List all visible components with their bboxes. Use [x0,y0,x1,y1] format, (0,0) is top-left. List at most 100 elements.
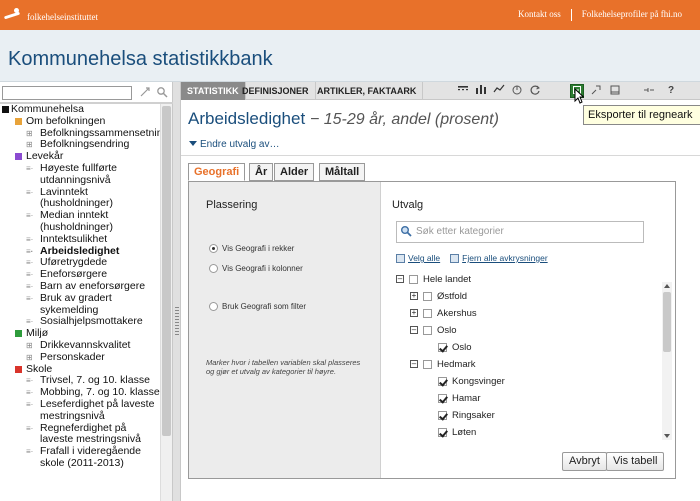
category-row[interactable]: Ringsaker [424,408,495,422]
tree-item-label: Leseferdighet på laveste mestringsnivå [40,397,155,422]
category-label: Ringsaker [452,409,495,421]
placement-panel: Plassering Vis Geografi i rekker Vis Geo… [189,182,381,478]
radio-button[interactable] [209,244,218,253]
category-row[interactable]: + Østfold [410,289,467,303]
category-search-input[interactable]: Søk etter kategorier [396,221,644,243]
tree-item[interactable]: ≡· Leseferdighet på laveste mestringsnivå [2,397,160,423]
category-checkbox[interactable] [438,410,447,420]
scrollbar-thumb[interactable] [663,292,671,352]
category-row[interactable]: Oslo [424,340,472,354]
tab-maltall[interactable]: Måltall [319,163,366,181]
category-row[interactable]: Hamar [424,391,481,405]
scroll-down-icon[interactable] [664,434,670,438]
category-scrollbar[interactable] [662,282,672,440]
folder-icon [15,365,22,373]
scroll-up-icon[interactable] [664,284,670,288]
sidebar-scrollbar[interactable] [160,104,172,501]
tree-item-label: Eneforsørgere [40,268,108,281]
tree-item[interactable]: ≡· Frafall i videregående skole (2011-201… [2,445,160,470]
expand-icon[interactable]: + [410,292,418,300]
radio-button[interactable] [209,302,218,311]
search-placeholder: Søk etter kategorier [416,226,504,237]
category-row[interactable]: Kongsvinger [424,374,505,388]
tab-alder[interactable]: Alder [274,163,315,181]
table-icon: ≡· [26,423,34,433]
contact-link[interactable]: Kontakt oss [508,9,571,21]
site-title[interactable]: Kommunehelsa statistikkbank [8,48,273,71]
table-icon: ≡· [26,388,34,398]
placement-note: Marker hvor i tabellen variablen skal pl… [206,358,361,376]
table-icon[interactable] [456,84,470,98]
tab-artikler[interactable]: ARTIKLER, FAKTAARK [311,82,424,100]
category-row[interactable]: Løten [424,425,476,439]
line-chart-icon[interactable] [492,84,506,98]
expand-icon[interactable]: ⊞ [26,141,36,149]
tree-item-label: Sosialhjelpsmottakere [40,315,143,328]
tree-item[interactable]: ≡· Bruk av gradert sykemelding [2,291,160,317]
table-title: Arbeidsledighet − 15-29 år, andel (prose… [188,109,499,129]
sidebar-search-input[interactable] [2,86,132,100]
category-checkbox[interactable] [423,359,432,369]
scrollbar-thumb[interactable] [162,106,171,436]
health-profiles-link[interactable]: Folkehelseprofiler på fhi.no [572,9,692,21]
table-icon: ≡· [26,246,34,256]
category-checkbox[interactable] [423,308,432,318]
category-row[interactable]: – Hedmark [410,357,476,371]
category-checkbox[interactable] [438,342,447,352]
clear-search-icon[interactable] [138,86,152,100]
radio-button[interactable] [209,264,218,273]
tab-ar[interactable]: År [249,163,274,181]
table-icon: ≡· [26,270,34,280]
show-table-button[interactable]: Vis tabell [606,452,665,471]
tree-item-label: Personskader [40,350,105,363]
category-checkbox[interactable] [409,274,418,284]
category-checkbox[interactable] [438,376,447,386]
collapse-icon[interactable]: – [410,360,418,368]
category-label: Østfold [437,290,468,302]
select-all-link[interactable]: Velg alle [396,253,440,263]
tree-item[interactable]: ≡· Høyeste fullførte utdanningsnivå [2,162,160,187]
radio-rows[interactable]: Vis Geografi i rekker [209,244,294,253]
category-row[interactable]: – Hele landet [396,272,471,286]
pie-chart-icon[interactable] [510,84,524,98]
expand-icon[interactable]: ⊞ [26,129,36,137]
expand-icon[interactable]: ⊞ [26,341,36,349]
expand-icon[interactable]: + [410,309,418,317]
refresh-icon[interactable] [528,84,542,98]
search-icon[interactable] [155,86,169,100]
clear-all-link[interactable]: Fjern alle avkrysninger [450,253,548,263]
expand-icon[interactable]: ⊞ [26,353,36,361]
table-icon: ≡· [26,376,34,386]
help-icon[interactable]: ? [664,84,678,98]
category-row[interactable]: – Oslo [410,323,457,337]
tree-item[interactable]: ≡· Median inntekt (husholdninger) [2,209,160,234]
cancel-button[interactable]: Avbryt [562,452,607,471]
category-row[interactable]: + Akershus [410,306,477,320]
radio-filter[interactable]: Bruk Geografi som filter [209,302,306,311]
table-icon: ≡· [26,281,34,291]
brand-logo[interactable]: folkehelseinstituttet [4,8,98,22]
settings-icon[interactable] [589,84,603,98]
category-checkbox[interactable] [438,393,447,403]
link-icon[interactable] [642,84,656,98]
category-checkbox[interactable] [423,291,432,301]
folder-icon [15,153,22,161]
collapse-icon[interactable]: – [410,326,418,334]
tree-item[interactable]: ≡· Regneferdighet på laveste mestringsniv… [2,422,160,447]
panel-splitter[interactable] [173,82,181,501]
tab-definisjoner[interactable]: DEFINISJONER [236,82,316,100]
category-checkbox[interactable] [423,325,432,335]
bar-chart-icon[interactable] [474,84,488,98]
tree-item-label: Bruk av gradert sykemelding [40,291,112,316]
category-checkbox[interactable] [438,427,447,437]
collapse-icon[interactable]: – [396,275,404,283]
print-icon[interactable] [608,84,622,98]
tree-item[interactable]: ≡· Lavinntekt (husholdninger) [2,186,160,211]
change-selection-link[interactable]: Endre utvalg av… [189,139,280,150]
splitter-grip[interactable] [175,307,179,337]
table-icon: ≡· [26,187,34,197]
radio-columns[interactable]: Vis Geografi i kolonner [209,264,303,273]
tab-geografi[interactable]: Geografi [188,163,246,181]
table-subtitle: − 15-29 år, andel (prosent) [309,111,499,128]
change-selection-label: Endre utvalg av… [200,139,280,150]
